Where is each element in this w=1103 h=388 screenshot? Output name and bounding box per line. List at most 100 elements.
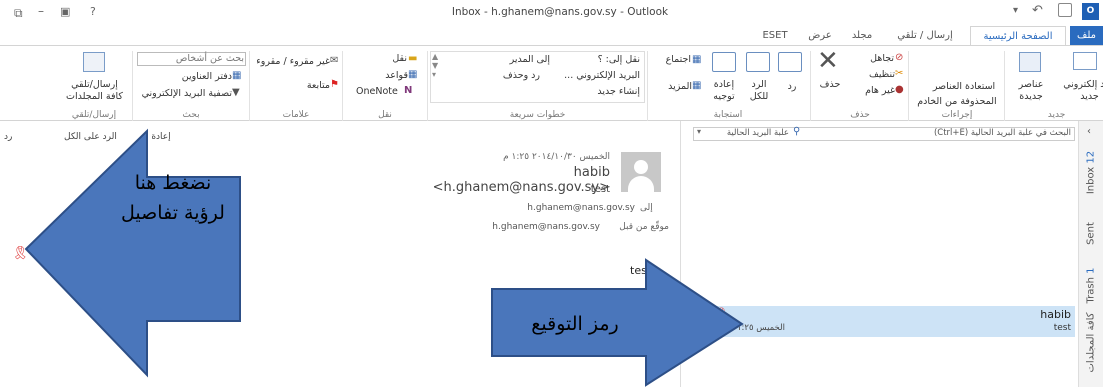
- folder-trash-count: 1: [1085, 267, 1097, 274]
- message-subject-header: test: [590, 184, 610, 195]
- group-separator: [908, 51, 909, 121]
- list-item[interactable]: 🎗 habib test الخميس ١:٢٥ م: [713, 306, 1075, 337]
- tab-send-receive[interactable]: إرسال / تلقي: [885, 26, 965, 46]
- folder-inbox[interactable]: Inbox 12: [1086, 145, 1097, 201]
- chevron-down-icon[interactable]: ▾: [697, 127, 701, 136]
- forward-icon: [712, 52, 736, 72]
- forward-button[interactable]: إعادة توجيه: [706, 79, 742, 103]
- minimize-icon[interactable]: –: [38, 4, 44, 18]
- more-button[interactable]: المزيد: [652, 81, 692, 92]
- list-item-subject: test: [1053, 323, 1071, 333]
- move-icon: ▬: [408, 53, 418, 64]
- tab-folder[interactable]: مجلد: [843, 26, 881, 46]
- group-separator: [249, 51, 250, 121]
- meeting-button[interactable]: اجتماع: [655, 54, 691, 65]
- maximize-icon[interactable]: ▣: [60, 5, 70, 18]
- to-value: h.ghanem@nans.gov.sy: [527, 203, 635, 213]
- folder-inbox-label: Inbox: [1085, 166, 1097, 195]
- folder-trash-label: Trash: [1085, 277, 1097, 304]
- quickstep-to-manager[interactable]: إلى المدير: [495, 54, 550, 65]
- move-button[interactable]: نقل: [373, 53, 407, 64]
- restore-icon[interactable]: ⧉: [14, 6, 23, 21]
- more-icon: ▦: [692, 80, 702, 91]
- signed-by-value: h.ghanem@nans.gov.sy: [492, 222, 600, 232]
- quicksteps-scroll-icon[interactable]: ▲ ▼ ▾: [432, 52, 438, 79]
- meeting-icon: ▦: [692, 54, 702, 65]
- help-icon[interactable]: ?: [90, 5, 96, 18]
- folder-all[interactable]: كافة المجلدات: [1086, 305, 1097, 381]
- new-email-icon: [1073, 52, 1097, 70]
- folder-sidebar: ‹ Inbox 12 Sent Trash 1 كافة المجلدات: [1078, 121, 1103, 387]
- rules-button[interactable]: قواعد: [368, 70, 408, 81]
- address-book-button[interactable]: دفتر العناوين: [170, 71, 232, 82]
- address-book-icon: ▦: [232, 70, 242, 81]
- filter-email-button[interactable]: تصفية البريد الإلكتروني: [137, 88, 232, 99]
- filter-icon: ▼: [232, 87, 240, 98]
- group-separator: [810, 51, 811, 121]
- cleanup-icon: ✂: [895, 68, 904, 79]
- unread-read-button[interactable]: غير مقروء / مقروء: [255, 56, 330, 67]
- title-bar: ⧉ – ▣ ? Inbox - h.ghanem@nans.gov.sy - O…: [0, 0, 1103, 26]
- new-items-icon: [1019, 52, 1041, 72]
- delete-icon: ✕: [817, 46, 839, 76]
- ignore-icon: ⊘: [895, 52, 904, 63]
- annotation-right-text: رمز التوقيع: [531, 313, 619, 335]
- annotation-left-text: نضغط هنا لرؤية تفاصيل: [121, 172, 225, 224]
- list-item-sender: habib: [1040, 308, 1071, 321]
- new-items-button[interactable]: عناصر جديدة: [1008, 79, 1054, 103]
- avatar: [621, 152, 661, 192]
- group-separator: [132, 51, 133, 121]
- new-email-button[interactable]: بريد إلكتروني جديد: [1062, 79, 1103, 103]
- tab-eset[interactable]: ESET: [758, 26, 792, 46]
- reply-all-button[interactable]: الرد للكل: [744, 79, 774, 103]
- window-title: Inbox - h.ghanem@nans.gov.sy - Outlook: [451, 6, 669, 18]
- restore-deleted-button[interactable]: استعادة العناصر: [925, 81, 1003, 92]
- chevron-left-icon[interactable]: ‹: [1087, 126, 1091, 137]
- to-label: إلى: [640, 203, 653, 213]
- tab-home[interactable]: الصفحة الرئيسية: [970, 26, 1066, 46]
- group-separator: [647, 51, 648, 121]
- qat-dropdown-icon[interactable]: ▾: [1013, 5, 1018, 16]
- onenote-icon: N: [404, 85, 413, 96]
- unread-icon: ✉: [330, 55, 339, 66]
- group-separator: [342, 51, 343, 121]
- message-date: الخميس ٢٠١٤/١٠/٣٠ ١:٢٥ م: [503, 152, 610, 162]
- restore-from-server-label: المحذوفة من الخادم: [917, 96, 997, 107]
- quickstep-create-new[interactable]: إنشاء جديد: [565, 86, 640, 97]
- search-input[interactable]: البحث في علبة البريد الحالية (Ctrl+E): [916, 128, 1071, 138]
- quickstep-reply-delete[interactable]: رد وحذف: [470, 70, 540, 81]
- signed-by-label: موقّع من قبل: [619, 222, 669, 232]
- folder-sent[interactable]: Sent: [1086, 212, 1097, 256]
- tab-view[interactable]: عرض: [802, 26, 838, 46]
- sendreceive-icon: [83, 52, 105, 72]
- annotation-arrow-left: [24, 128, 241, 378]
- followup-flag-icon: ⚑: [330, 79, 339, 90]
- search-scope-dropdown[interactable]: علبة البريد الحالية: [701, 128, 789, 138]
- group-separator: [427, 51, 428, 121]
- ribbon-tabs: ESET عرض مجلد إرسال / تلقي الصفحة الرئيس…: [0, 26, 1103, 46]
- tab-file[interactable]: ملف: [1070, 26, 1103, 46]
- junk-button[interactable]: غير هام: [855, 85, 895, 96]
- undo-icon[interactable]: ↶: [1032, 3, 1043, 18]
- delete-button[interactable]: حذف: [815, 79, 845, 90]
- quickstep-move-to[interactable]: نقل إلى: ؟: [580, 54, 640, 65]
- reply-action[interactable]: رد: [4, 132, 12, 142]
- outlook-logo-icon: O: [1082, 3, 1099, 20]
- sendreceive-all-button[interactable]: إرسال/تلقي كافة المجلدات: [62, 79, 127, 103]
- ignore-button[interactable]: تجاهل: [860, 53, 894, 64]
- search-people-placeholder: بحث عن أشخاص: [175, 53, 244, 64]
- search-icon[interactable]: ⚲: [793, 126, 800, 137]
- rules-icon: ▦: [408, 69, 418, 80]
- sendreceive-qat-icon[interactable]: [1058, 3, 1072, 17]
- followup-button[interactable]: متابعة: [285, 80, 330, 91]
- cleanup-button[interactable]: تنظيف: [857, 69, 895, 80]
- junk-icon: ●: [895, 84, 904, 95]
- folder-inbox-count: 12: [1085, 150, 1097, 164]
- ribbon: بريد إلكتروني جديد عناصر جديدة جديد استع…: [0, 45, 1103, 121]
- reply-button[interactable]: رد: [782, 81, 802, 92]
- quickstep-team-email[interactable]: البريد الإلكتروني ...: [545, 70, 640, 81]
- folder-sent-label: Sent: [1085, 222, 1097, 245]
- onenote-button[interactable]: OneNote: [356, 86, 398, 97]
- reply-icon: [778, 52, 802, 72]
- reply-all-icon: [746, 52, 770, 72]
